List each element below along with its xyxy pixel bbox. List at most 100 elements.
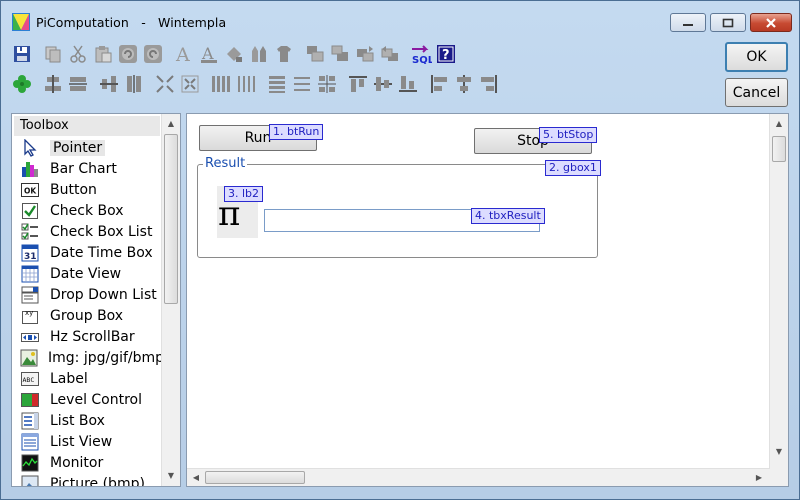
- font-button[interactable]: A: [173, 43, 195, 65]
- grid-button[interactable]: [316, 73, 338, 95]
- align-center-h-button[interactable]: [42, 73, 64, 95]
- align-top-icon: [349, 76, 367, 92]
- toolbox-scrollbar[interactable]: ▲ ▼: [161, 114, 180, 486]
- narrow-cols-icon: [238, 76, 255, 92]
- move-backward-button[interactable]: [379, 43, 401, 65]
- align-center-button[interactable]: [453, 73, 475, 95]
- save-button[interactable]: [11, 43, 33, 65]
- align-middle-icon: [374, 77, 392, 91]
- tool-item-label[interactable]: ABC Label: [12, 368, 162, 389]
- design-surface[interactable]: Run 1. btRun Stop 5. btStop Result 2. gb…: [186, 113, 789, 487]
- move-backward-icon: [381, 46, 398, 61]
- maximize-icon: [722, 18, 734, 27]
- equal-rows-button[interactable]: [291, 73, 313, 95]
- design-scroll-right-icon[interactable]: ▶: [752, 469, 766, 486]
- list-box-icon: [20, 412, 40, 430]
- align-center-v-button[interactable]: [98, 73, 120, 95]
- redo-button[interactable]: [142, 43, 164, 65]
- app-icon: [12, 13, 30, 31]
- tool-item-button[interactable]: OK Button: [12, 179, 162, 200]
- narrow-cols-button[interactable]: [235, 73, 257, 95]
- align-bottom-button[interactable]: [397, 73, 419, 95]
- move-forward-button[interactable]: [354, 43, 376, 65]
- design-scroll-down-icon[interactable]: ▼: [770, 443, 788, 460]
- design-scroll-left-icon[interactable]: ◀: [189, 469, 203, 486]
- align-center-h-icon: [45, 75, 61, 93]
- design-hscroll-thumb[interactable]: [205, 471, 305, 484]
- tool-item-monitor[interactable]: Monitor: [12, 452, 162, 473]
- tool-item-image[interactable]: Img: jpg/gif/bmp: [12, 347, 164, 368]
- align-middle-button[interactable]: [372, 73, 394, 95]
- fill-button[interactable]: [223, 43, 245, 65]
- svg-text:SQL: SQL: [412, 55, 432, 64]
- design-vertical-scrollbar[interactable]: ▲ ▼: [769, 114, 788, 486]
- scroll-down-arrow-icon[interactable]: ▼: [162, 467, 180, 484]
- help-button[interactable]: ?: [435, 43, 457, 65]
- pencils-button[interactable]: [248, 43, 270, 65]
- toolbox-scroll-thumb[interactable]: [164, 134, 178, 304]
- close-button[interactable]: [750, 13, 792, 32]
- font-color-icon: A: [201, 44, 217, 63]
- align-right-button[interactable]: [478, 73, 500, 95]
- shrink-button[interactable]: [154, 73, 176, 95]
- expand-icon: [181, 75, 199, 93]
- drop-down-list-icon: [20, 286, 40, 304]
- hz-scrollbar-icon: [20, 328, 40, 346]
- tool-item-hz-scrollbar[interactable]: Hz ScrollBar: [12, 326, 162, 347]
- design-vscroll-thumb[interactable]: [772, 136, 786, 162]
- window-title: PiComputation - Wintempla: [36, 15, 227, 30]
- tool-item-check-box-list[interactable]: Check Box List: [12, 221, 162, 242]
- picture-icon: [20, 475, 40, 486]
- cut-button[interactable]: [67, 43, 89, 65]
- svg-text:xy: xy: [25, 309, 33, 317]
- toolbox-header: Toolbox: [14, 116, 160, 136]
- align-left-icon: [431, 75, 447, 93]
- equal-rows-icon: [294, 77, 310, 91]
- design-horizontal-scrollbar[interactable]: ◀ ▶: [187, 468, 770, 486]
- space-v-button[interactable]: [123, 73, 145, 95]
- copy-button[interactable]: [42, 43, 64, 65]
- tool-item-date-view[interactable]: Date View: [12, 263, 162, 284]
- tool-item-check-box[interactable]: Check Box: [12, 200, 162, 221]
- align-left-button[interactable]: [428, 73, 450, 95]
- tool-item-pointer[interactable]: Pointer: [12, 137, 162, 158]
- sql-button[interactable]: SQL: [410, 43, 432, 65]
- check-box-list-icon: [20, 223, 40, 241]
- level-control-icon: [20, 391, 40, 409]
- space-h-button[interactable]: [67, 73, 89, 95]
- tool-item-bar-chart[interactable]: Bar Chart: [12, 158, 162, 179]
- paste-button[interactable]: [92, 43, 114, 65]
- distribute-rows-icon: [269, 76, 285, 93]
- send-back-button[interactable]: [329, 43, 351, 65]
- shrink-icon: [156, 75, 174, 93]
- paste-icon: [95, 46, 112, 63]
- ok-button[interactable]: OK: [725, 42, 788, 72]
- tool-item-group-box[interactable]: xy Group Box: [12, 305, 162, 326]
- clover-button[interactable]: [11, 73, 33, 95]
- title-bar[interactable]: PiComputation - Wintempla: [1, 1, 799, 37]
- tool-item-list-view[interactable]: List View: [12, 431, 162, 452]
- scroll-up-arrow-icon[interactable]: ▲: [162, 115, 180, 132]
- align-top-button[interactable]: [347, 73, 369, 95]
- bring-front-button[interactable]: [304, 43, 326, 65]
- design-scroll-up-icon[interactable]: ▲: [770, 115, 788, 132]
- tool-item-level-control[interactable]: Level Control: [12, 389, 162, 410]
- bring-front-icon: [307, 46, 324, 62]
- distribute-cols-button[interactable]: [210, 73, 232, 95]
- maximize-button[interactable]: [710, 13, 746, 32]
- tool-item-picture[interactable]: Picture (bmp): [12, 473, 162, 486]
- distribute-rows-button[interactable]: [266, 73, 288, 95]
- cancel-button[interactable]: Cancel: [725, 78, 788, 107]
- clover-icon: [13, 75, 31, 93]
- tool-item-date-time-box[interactable]: 31 Date Time Box: [12, 242, 162, 263]
- font-color-button[interactable]: A: [198, 43, 220, 65]
- group-box-title: Result: [203, 156, 248, 171]
- tool-item-drop-down-list[interactable]: Drop Down List: [12, 284, 162, 305]
- expand-button[interactable]: [179, 73, 201, 95]
- svg-text:OK: OK: [24, 186, 37, 195]
- undo-button[interactable]: [117, 43, 139, 65]
- shirt-button[interactable]: [273, 43, 295, 65]
- label-icon: ABC: [20, 370, 40, 388]
- tool-item-list-box[interactable]: List Box: [12, 410, 162, 431]
- minimize-button[interactable]: [670, 13, 706, 32]
